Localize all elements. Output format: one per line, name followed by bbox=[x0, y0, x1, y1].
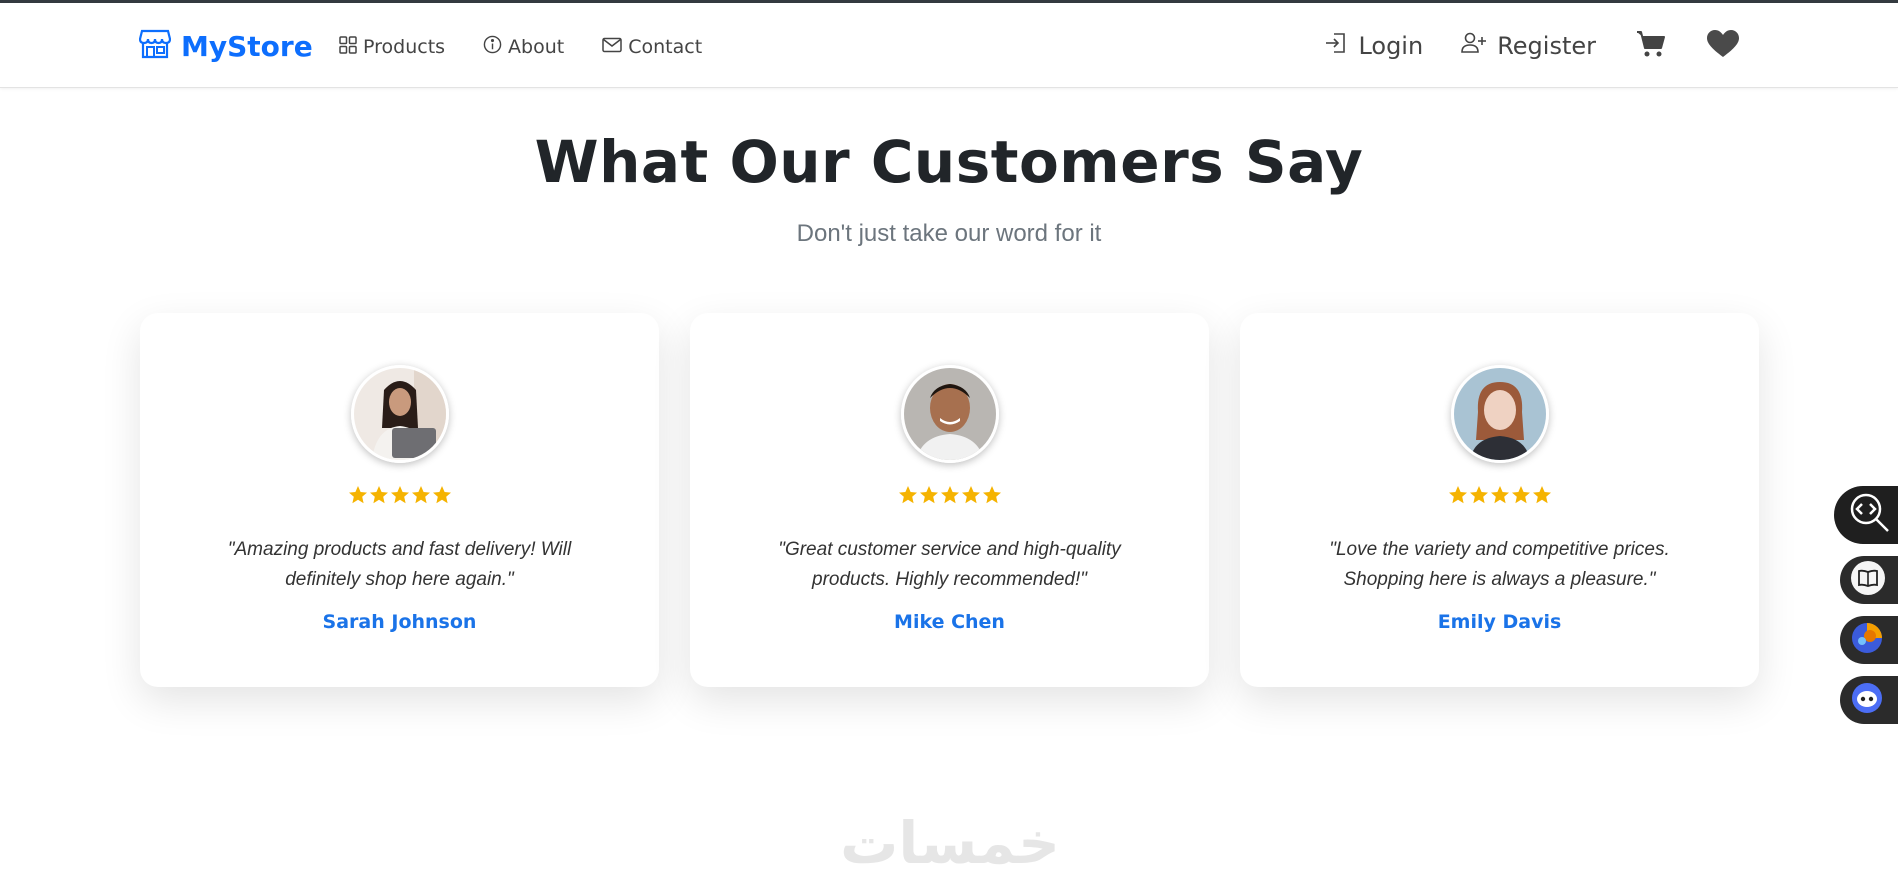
nav-contact-label: Contact bbox=[628, 36, 703, 58]
store-icon bbox=[138, 29, 172, 63]
extension-button-colorful[interactable] bbox=[1840, 616, 1898, 664]
section-subtitle: Don't just take our word for it bbox=[796, 220, 1102, 247]
testimonial-author: Emily Davis bbox=[1437, 611, 1562, 633]
star-icon bbox=[1511, 486, 1530, 504]
login-label: Login bbox=[1358, 32, 1424, 60]
login-icon bbox=[1324, 31, 1348, 61]
register-label: Register bbox=[1497, 32, 1596, 60]
book-icon bbox=[1850, 560, 1886, 600]
brand-name: MyStore bbox=[181, 29, 313, 63]
star-icon bbox=[348, 486, 367, 504]
testimonial-quote: "Great customer service and high-quality… bbox=[778, 539, 1121, 590]
nav-products[interactable]: Products bbox=[339, 35, 445, 59]
testimonial-card: "Great customer service and high-quality… bbox=[690, 313, 1209, 687]
person-plus-icon bbox=[1461, 32, 1487, 60]
envelope-icon bbox=[602, 36, 622, 58]
testimonial-quote: "Amazing products and fast delivery! Wil… bbox=[227, 539, 572, 590]
info-icon bbox=[483, 35, 502, 59]
star-icon bbox=[1469, 486, 1488, 504]
testimonials-list: "Amazing products and fast delivery! Wil… bbox=[140, 313, 1759, 687]
nav-contact[interactable]: Contact bbox=[602, 35, 702, 59]
cart-icon bbox=[1636, 30, 1666, 62]
code-search-icon bbox=[1848, 491, 1892, 539]
star-icon bbox=[432, 486, 451, 504]
star-icon bbox=[940, 486, 959, 504]
rating-stars bbox=[348, 485, 452, 507]
cart-button[interactable] bbox=[1634, 29, 1668, 63]
main-nav: Products About Contact bbox=[339, 35, 702, 59]
nav-about[interactable]: About bbox=[483, 35, 564, 59]
code-search-button[interactable] bbox=[1834, 486, 1898, 544]
rating-stars bbox=[1448, 485, 1552, 507]
star-icon bbox=[1532, 486, 1551, 504]
testimonial-quote: "Love the variety and competitive prices… bbox=[1329, 539, 1670, 590]
section-title: What Our Customers Say bbox=[534, 128, 1364, 196]
assistant-button[interactable] bbox=[1840, 676, 1898, 724]
star-icon bbox=[1490, 486, 1509, 504]
testimonial-card: "Love the variety and competitive prices… bbox=[1240, 313, 1759, 687]
nav-about-label: About bbox=[508, 36, 565, 58]
register-link[interactable]: Register bbox=[1461, 32, 1596, 60]
star-icon bbox=[982, 486, 1001, 504]
robot-icon bbox=[1850, 681, 1884, 719]
wishlist-button[interactable] bbox=[1706, 29, 1740, 63]
star-icon bbox=[411, 486, 430, 504]
star-icon bbox=[390, 486, 409, 504]
login-link[interactable]: Login bbox=[1324, 31, 1423, 61]
avatar bbox=[350, 365, 449, 463]
extension-icon bbox=[1850, 621, 1884, 659]
star-icon bbox=[369, 486, 388, 504]
grid-icon bbox=[339, 35, 357, 59]
star-icon bbox=[1448, 486, 1467, 504]
star-icon bbox=[919, 486, 938, 504]
navbar: MyStore Products About Contact Login Reg… bbox=[0, 3, 1898, 88]
star-icon bbox=[961, 486, 980, 504]
reader-button[interactable] bbox=[1840, 556, 1898, 604]
brand-logo[interactable]: MyStore bbox=[138, 29, 313, 63]
testimonial-author: Sarah Johnson bbox=[322, 611, 477, 633]
testimonial-author: Mike Chen bbox=[894, 611, 1005, 633]
extension-toolbar bbox=[1834, 486, 1898, 724]
rating-stars bbox=[898, 485, 1002, 507]
avatar bbox=[900, 365, 999, 463]
user-nav: Login Register bbox=[1324, 29, 1740, 63]
testimonial-card: "Amazing products and fast delivery! Wil… bbox=[140, 313, 659, 687]
heart-icon bbox=[1707, 30, 1739, 62]
watermark-logo: خمسات bbox=[840, 809, 1060, 877]
star-icon bbox=[898, 486, 917, 504]
avatar bbox=[1450, 365, 1549, 463]
nav-products-label: Products bbox=[363, 36, 446, 58]
